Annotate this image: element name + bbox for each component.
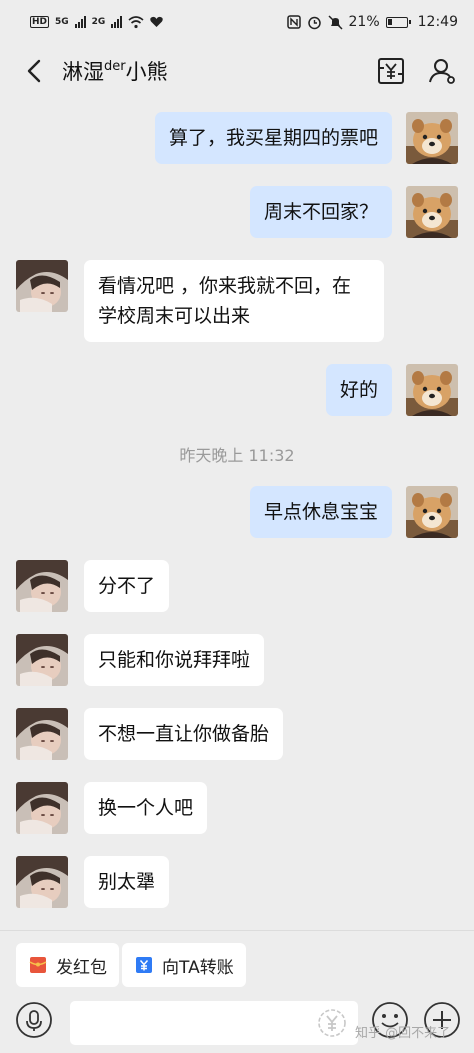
- profile-icon[interactable]: [426, 55, 458, 87]
- message-bubble[interactable]: 分不了: [84, 560, 170, 612]
- message-bubble[interactable]: 看情况吧 ，你来我就不回，在学校周末可以出来: [84, 260, 384, 342]
- signal-icon-2: [111, 16, 123, 28]
- alarm-icon: [307, 16, 321, 29]
- girl-avatar[interactable]: [16, 560, 68, 612]
- title-end: 小熊: [125, 60, 168, 84]
- chat-title: 淋湿der小熊: [62, 56, 168, 86]
- signal-icon: [74, 16, 86, 28]
- girl-avatar[interactable]: [16, 708, 68, 760]
- girl-avatar[interactable]: [16, 634, 68, 686]
- girl-avatar[interactable]: [16, 856, 68, 908]
- quick-action-bar: 发红包 向TA转账: [0, 930, 474, 996]
- time-divider: 昨天晚上 11:32: [179, 446, 295, 465]
- red-packet-label: 发红包: [56, 957, 107, 978]
- transfer-blue-icon: [136, 957, 152, 973]
- net-5g-label: 5G: [55, 17, 69, 27]
- message-bubble[interactable]: 不想一直让你做备胎: [84, 708, 284, 760]
- message-input[interactable]: [70, 1001, 358, 1045]
- message-bubble[interactable]: 周末不回家？: [249, 186, 392, 238]
- battery-percent: 21%: [348, 14, 380, 30]
- message-row: 不想一直让你做备胎: [16, 708, 284, 760]
- message-bubble[interactable]: 只能和你说拜拜啦: [84, 634, 265, 686]
- voice-icon[interactable]: [14, 1000, 54, 1040]
- dog-avatar[interactable]: [406, 364, 458, 416]
- message-row: 看情况吧 ，你来我就不回，在学校周末可以出来: [16, 260, 384, 342]
- message-row: 周末不回家？: [249, 186, 458, 238]
- dog-avatar[interactable]: [406, 112, 458, 164]
- wifi-icon: [128, 15, 144, 28]
- girl-avatar[interactable]: [16, 260, 68, 312]
- dog-avatar[interactable]: [406, 186, 458, 238]
- message-row: 换一个人吧: [16, 782, 208, 834]
- status-left: HD 5G 2G: [30, 15, 164, 29]
- hd-indicator: HD: [30, 16, 50, 28]
- dog-avatar[interactable]: [406, 486, 458, 538]
- message-row: 早点休息宝宝: [249, 486, 458, 538]
- back-icon[interactable]: [22, 58, 48, 84]
- transfer-icon[interactable]: [375, 55, 407, 87]
- message-row: 好的: [325, 364, 458, 416]
- mute-icon: [327, 14, 343, 30]
- watermark: 知乎 @回不来了: [355, 1026, 451, 1041]
- nfc-icon: [286, 15, 301, 29]
- status-right: 21% 12:49: [286, 14, 458, 30]
- title-sup: der: [104, 59, 126, 74]
- message-bubble[interactable]: 好的: [325, 364, 392, 416]
- message-row: 分不了: [16, 560, 170, 612]
- message-bubble[interactable]: 别太犟: [84, 856, 170, 908]
- title-main: 淋湿: [62, 60, 104, 84]
- battery-icon: [385, 16, 411, 28]
- status-bar: HD 5G 2G 21% 12:49: [0, 0, 474, 44]
- message-row: 别太犟: [16, 856, 170, 908]
- message-bubble[interactable]: 早点休息宝宝: [249, 486, 392, 538]
- red-packet-icon: [29, 957, 47, 973]
- message-bubble[interactable]: 换一个人吧: [84, 782, 208, 834]
- girl-avatar[interactable]: [16, 782, 68, 834]
- transfer-button[interactable]: 向TA转账: [122, 943, 246, 987]
- net-2g-label: 2G: [91, 17, 106, 27]
- message-row: 只能和你说拜拜啦: [16, 634, 265, 686]
- chat-header: 淋湿der小熊: [0, 44, 474, 98]
- heart-icon: [150, 16, 164, 27]
- red-packet-button[interactable]: 发红包: [16, 943, 119, 987]
- message-row: 算了，我买星期四的票吧: [154, 112, 458, 164]
- transfer-label: 向TA转账: [162, 957, 234, 978]
- yuan-icon[interactable]: [316, 1007, 348, 1039]
- clock: 12:49: [417, 14, 458, 30]
- message-bubble[interactable]: 算了，我买星期四的票吧: [154, 112, 392, 164]
